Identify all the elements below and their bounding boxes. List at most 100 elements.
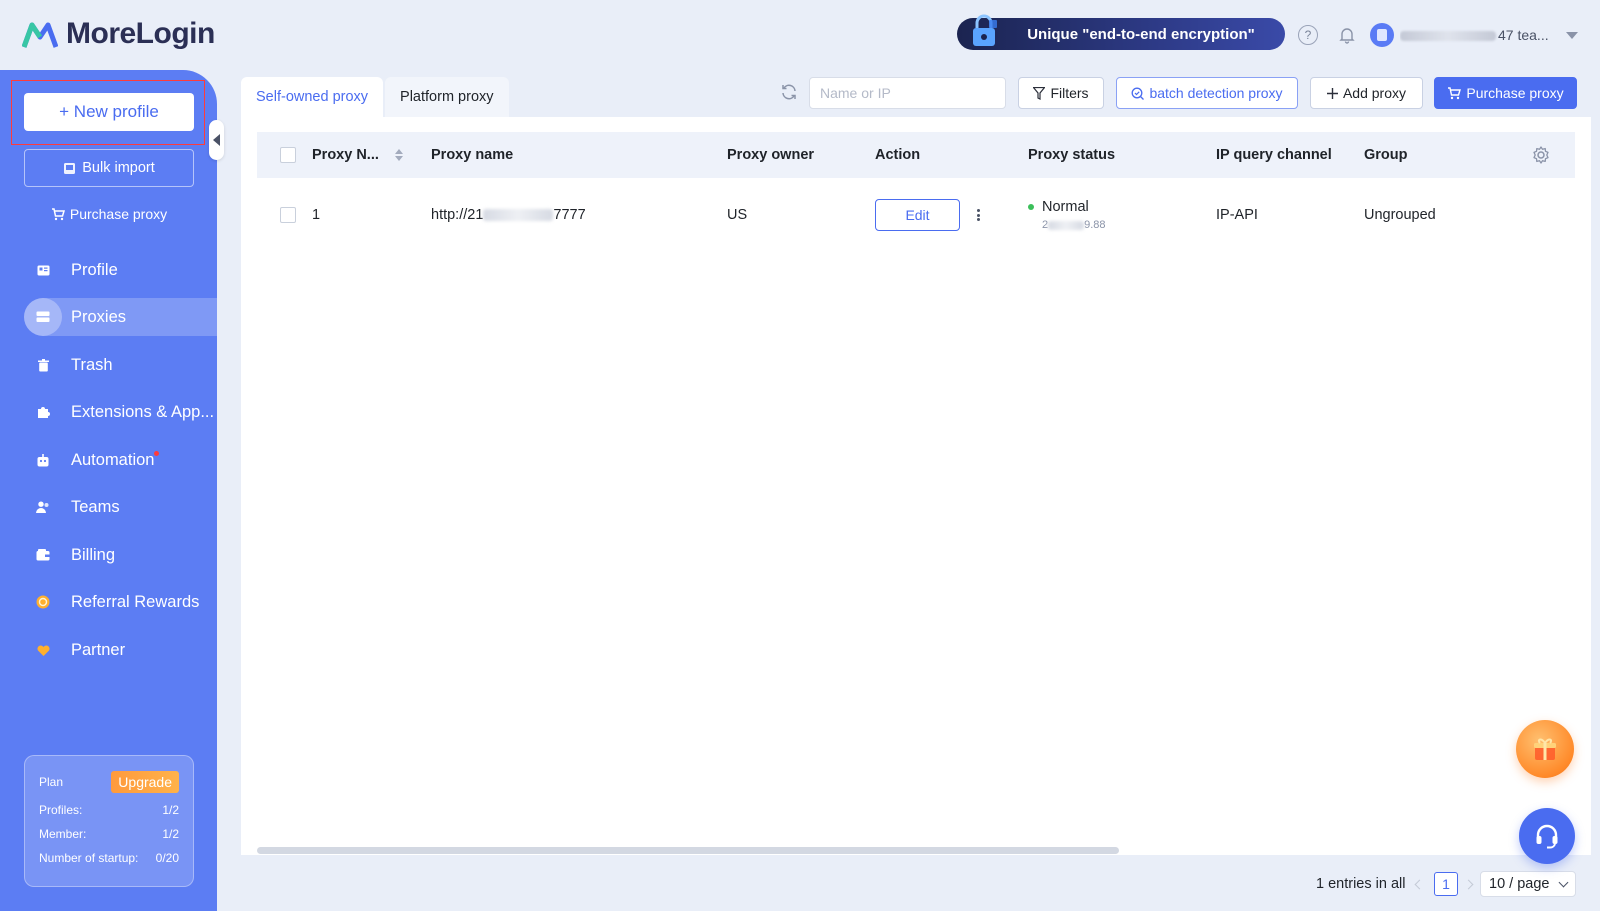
puzzle-icon: [24, 393, 62, 431]
cell-proxy-name: http://21 7777: [431, 207, 586, 223]
edit-button[interactable]: Edit: [875, 199, 960, 231]
sidebar-item-label: Profile: [71, 260, 118, 279]
gift-button[interactable]: [1516, 720, 1574, 778]
column-header-ip-query-channel: IP query channel: [1216, 147, 1332, 163]
sidebar-item-label: Trash: [71, 355, 113, 374]
sidebar-purchase-proxy-link[interactable]: Purchase proxy: [24, 203, 194, 225]
plan-title: Plan: [39, 775, 64, 789]
promo-text: Unique "end-to-end encryption": [1027, 25, 1255, 43]
sidebar-item-automation[interactable]: Automation: [24, 441, 217, 479]
detect-icon: [1132, 87, 1145, 100]
sidebar-item-label: Referral Rewards: [71, 592, 200, 611]
plan-row-profiles: Profiles: 1/2: [39, 803, 179, 817]
cart-icon: [1448, 86, 1462, 99]
cart-icon: [51, 207, 65, 220]
filter-icon: [1033, 86, 1046, 100]
customer-support-button[interactable]: [1519, 808, 1575, 864]
tab-platform-proxy[interactable]: Platform proxy: [385, 77, 509, 117]
status-ip: 2 9.88: [1042, 219, 1106, 231]
team-icon: [24, 488, 62, 526]
row-checkbox-cell: [280, 178, 296, 252]
cell-proxy-status: Normal 2 9.88: [1028, 178, 1106, 252]
column-header-action: Action: [875, 147, 921, 163]
batch-detection-proxy-button[interactable]: batch detection proxy: [1116, 77, 1298, 109]
morelogin-logo-icon: [22, 22, 58, 48]
sidebar-item-label: Proxies: [71, 307, 127, 326]
help-icon[interactable]: ?: [1298, 25, 1318, 45]
trash-icon: [24, 346, 62, 384]
plan-card: Plan Upgrade Profiles: 1/2 Member: 1/2 Num…: [24, 755, 194, 887]
cell-proxy-number: 1: [312, 207, 321, 223]
robot-icon: [24, 441, 62, 479]
horizontal-scrollbar[interactable]: [257, 847, 1119, 854]
sort-icon[interactable]: [394, 149, 403, 161]
filters-button[interactable]: Filters: [1018, 77, 1104, 109]
plan-row-member: Member: 1/2: [39, 827, 179, 841]
new-profile-button[interactable]: + New profile: [24, 93, 194, 131]
coin-icon: [24, 583, 62, 621]
search-input[interactable]: [820, 85, 1001, 101]
redacted-blur: [1048, 220, 1085, 230]
prev-page-icon[interactable]: [1412, 875, 1426, 893]
sidebar-item-label: Partner: [71, 640, 126, 659]
wallet-icon: [24, 536, 62, 574]
tab-self-owned-proxy[interactable]: Self-owned proxy: [241, 77, 384, 117]
sidebar-item-referral-rewards[interactable]: Referral Rewards: [24, 583, 217, 621]
column-header-proxy-owner: Proxy owner: [727, 147, 815, 163]
redacted-blur: [483, 209, 554, 221]
select-all-checkbox-cell: [280, 132, 296, 178]
bell-icon[interactable]: [1336, 24, 1358, 46]
account-menu[interactable]: 47 tea...: [1370, 22, 1578, 48]
plus-icon: [1326, 87, 1338, 99]
sidebar-item-label: Teams: [71, 497, 120, 516]
account-name: 47 tea...: [1400, 27, 1548, 43]
sidebar-collapse-toggle[interactable]: [209, 120, 224, 160]
sidebar-item-billing[interactable]: Billing: [24, 536, 217, 574]
gift-icon: [1534, 738, 1556, 760]
sidebar-item-extensions[interactable]: Extensions & App...: [24, 393, 217, 431]
gear-icon[interactable]: [1531, 145, 1551, 165]
page-number-current[interactable]: 1: [1434, 872, 1458, 896]
search-box: [809, 77, 1006, 109]
column-header-proxy-status: Proxy status: [1028, 147, 1116, 163]
sidebar-item-proxies[interactable]: Proxies: [24, 298, 217, 336]
sidebar-item-label: Billing: [71, 545, 116, 564]
sidebar-item-label: Automation: [71, 450, 155, 469]
encryption-lock-icon: [973, 14, 997, 46]
sidebar-item-teams[interactable]: Teams: [24, 488, 217, 526]
cell-proxy-owner: US: [727, 207, 748, 223]
cell-action: Edit: [875, 178, 984, 252]
bulk-import-button[interactable]: Bulk import: [24, 149, 194, 187]
next-page-icon[interactable]: [1461, 875, 1475, 893]
cell-group: Ungrouped: [1364, 207, 1436, 223]
chevron-down-icon[interactable]: [1566, 31, 1578, 39]
refresh-icon[interactable]: [779, 82, 799, 102]
column-header-proxy-number[interactable]: Proxy N...: [312, 132, 403, 178]
sidebar-item-trash[interactable]: Trash: [24, 346, 217, 384]
sidebar-item-partner[interactable]: Partner: [24, 631, 217, 669]
cell-ip-query-channel: IP-API: [1216, 207, 1258, 223]
profile-icon: [24, 251, 62, 289]
table-header: Proxy N... Proxy name Proxy owner Action…: [257, 132, 1575, 178]
add-proxy-button[interactable]: Add proxy: [1310, 77, 1423, 109]
column-header-proxy-name: Proxy name: [431, 147, 514, 163]
caret-left-icon: [213, 134, 220, 146]
page-size-select[interactable]: 10 / page: [1480, 871, 1576, 897]
promo-banner[interactable]: Unique "end-to-end encryption": [957, 14, 1285, 50]
chevron-down-icon: [1558, 877, 1569, 887]
notification-dot: [154, 450, 160, 456]
logo-text: MoreLogin: [66, 17, 215, 50]
import-icon: [64, 162, 76, 174]
column-header-group: Group: [1364, 147, 1408, 163]
purchase-proxy-button[interactable]: Purchase proxy: [1434, 77, 1577, 109]
heart-icon: [24, 631, 62, 669]
select-all-checkbox[interactable]: [280, 147, 296, 163]
headset-icon: [1536, 824, 1558, 849]
more-options-icon[interactable]: [972, 207, 984, 223]
app-logo: MoreLogin: [22, 16, 215, 52]
status-text: Normal: [1042, 199, 1089, 215]
upgrade-button[interactable]: Upgrade: [111, 771, 179, 793]
sidebar-item-profile[interactable]: Profile: [24, 251, 217, 289]
row-checkbox[interactable]: [280, 207, 296, 223]
table-row[interactable]: 1 http://21 7777 US Edit Normal 2 9.88 IP-…: [257, 178, 1575, 252]
